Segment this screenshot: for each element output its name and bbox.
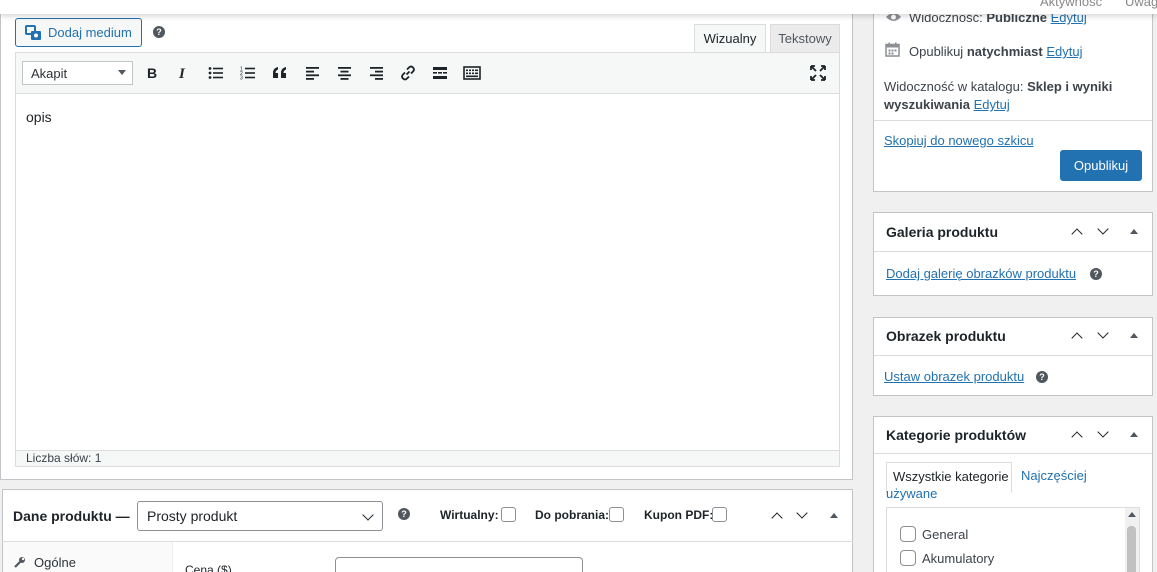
notices-link[interactable]: Uwag [1125,0,1157,9]
help-icon[interactable]: ? [1036,371,1048,383]
toolbar-toggle-button[interactable] [461,62,483,84]
link-button[interactable] [397,62,419,84]
svg-text:3: 3 [240,76,243,81]
product-data-tabs [3,542,173,572]
scroll-up-icon[interactable] [1128,512,1136,517]
format-select[interactable]: Akapit [22,61,133,85]
tab-general[interactable]: Ogólne [34,555,76,570]
product-image-title: Obrazek produktu [886,328,1006,344]
copy-to-draft-link[interactable]: Skopiuj do nowego szkicu [884,133,1034,148]
tab-most-used[interactable]: Najczęściej używane [886,467,1116,503]
fullscreen-button[interactable] [807,62,829,84]
calendar-icon [885,42,900,57]
category-checkbox-akumulatory[interactable] [900,550,916,566]
editor-toolbar [15,52,840,94]
italic-button[interactable]: I [172,62,194,84]
bold-button[interactable]: B [141,62,163,84]
category-checkbox-general[interactable] [900,526,916,542]
read-more-icon [433,67,447,79]
tab-visual[interactable]: Wizualny [694,24,766,53]
add-media-label: Dodaj medium [48,25,132,40]
publish-button[interactable]: Opublikuj [1060,150,1142,181]
bullet-list-icon [208,67,223,79]
publish-value: natychmiast [966,44,1043,59]
read-more-button[interactable] [429,62,451,84]
pdf-coupon-label: Kupon PDF: [644,508,714,522]
publish-label: Opublikuj [909,44,964,59]
bold-icon: B [147,66,157,80]
divider [874,355,1152,356]
bullet-list-button[interactable] [205,62,227,84]
media-icon [25,24,41,40]
help-icon[interactable]: ? [153,26,165,38]
set-product-image-link[interactable]: Ustaw obrazek produktu [884,369,1024,384]
tab-most-used-label: Najczęściej [1021,468,1087,483]
category-label: General [922,527,969,542]
downloadable-checkbox[interactable] [609,507,624,522]
catalog-edit-link[interactable]: Edytuj [974,97,1010,112]
editor-content[interactable]: opis [26,109,52,125]
link-icon [401,65,415,81]
numbered-list-icon: 1 2 3 [240,67,255,81]
divider [874,120,1152,121]
product-type-value: Prosty produkt [147,508,238,524]
pdf-coupon-checkbox[interactable] [712,507,727,522]
editor-content-area[interactable] [15,94,840,450]
price-input[interactable] [335,557,583,572]
catalog-label: Widoczność w katalogu: [884,79,1024,94]
category-label: Akumulatory [922,551,995,566]
align-left-button[interactable] [301,62,323,84]
categories-title: Kategorie produktów [886,427,1027,443]
product-type-select[interactable]: Prosty produkt [137,501,383,531]
chevron-down-icon [362,509,374,521]
help-icon[interactable]: ? [1090,268,1102,280]
format-select-value: Akapit [31,65,68,81]
wrench-icon [14,557,25,568]
catalog-visibility-row: Widoczność w katalogu: Sklep i wyniki wy… [884,78,1146,114]
catalog-value-cont: wyszukiwania [884,97,970,112]
toolbar-toggle-icon [463,66,481,80]
publish-date-row: Opublikuj natychmiast Edytuj [909,44,1082,59]
blockquote-icon [273,67,286,78]
svg-text:I: I [178,66,186,80]
divider [874,251,1152,252]
collapse-icon[interactable] [830,513,838,518]
collapse-icon[interactable] [1130,432,1138,437]
blockquote-button[interactable] [269,62,291,84]
help-icon[interactable]: ? [398,508,410,520]
chevron-down-icon [118,70,126,75]
align-center-button[interactable] [333,62,355,84]
align-right-icon [369,67,383,80]
publish-edit-link[interactable]: Edytuj [1046,44,1082,59]
activity-link[interactable]: Aktywność [1040,0,1102,9]
downloadable-label: Do pobrania: [535,508,609,522]
word-count: Liczba słów: 1 [15,450,840,467]
product-data-title: Dane produktu — [13,508,130,524]
fullscreen-icon [810,65,826,81]
gallery-title: Galeria produktu [886,224,999,240]
virtual-checkbox[interactable] [501,507,516,522]
admin-top-bar: Aktywność Uwag [0,0,1157,14]
tab-text[interactable]: Tekstowy [770,24,840,53]
tab-most-used-label-cont: używane [886,486,938,501]
numbered-list-button[interactable]: 1 2 3 [237,62,259,84]
collapse-icon[interactable] [1130,229,1138,234]
align-right-button[interactable] [365,62,387,84]
italic-icon: I [178,66,186,80]
add-gallery-link[interactable]: Dodaj galerię obrazków produktu [886,266,1076,281]
collapse-icon[interactable] [1130,333,1138,338]
svg-text:B: B [147,66,157,80]
catalog-value: Sklep i wyniki [1027,79,1113,94]
virtual-label: Wirtualny: [440,508,499,522]
divider [874,453,1152,454]
align-center-icon [337,67,351,80]
scrollbar-thumb[interactable] [1127,526,1136,572]
price-label: Cena ($) [185,563,232,572]
add-media-button[interactable]: Dodaj medium [15,18,142,47]
align-left-icon [305,67,319,80]
